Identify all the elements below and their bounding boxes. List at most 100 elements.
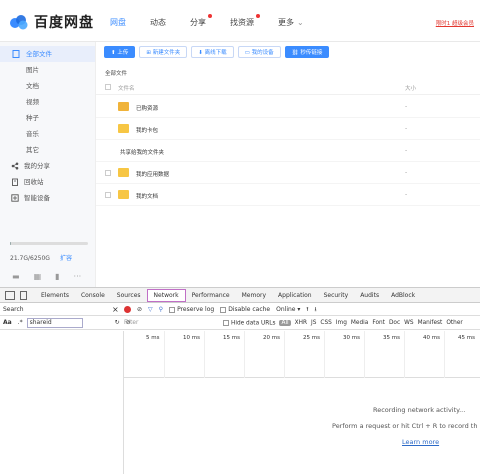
match-case-toggle[interactable]: Aa bbox=[3, 319, 12, 326]
my-device-button[interactable]: ▭ 我的设备 bbox=[237, 46, 281, 58]
preserve-log-checkbox[interactable]: Preserve log bbox=[169, 306, 214, 313]
tab-console[interactable]: Console bbox=[75, 288, 111, 303]
tab-audits[interactable]: Audits bbox=[354, 288, 385, 303]
logo[interactable]: 百度网盘 bbox=[8, 12, 94, 32]
file-icon bbox=[12, 50, 20, 58]
expand-link[interactable]: 扩容 bbox=[60, 255, 72, 262]
type-media[interactable]: Media bbox=[351, 320, 368, 326]
filter-icon[interactable]: ▽ bbox=[148, 306, 153, 313]
sidebar-item-videos[interactable]: 视频 bbox=[0, 94, 95, 110]
import-icon[interactable]: ⭱ bbox=[306, 305, 308, 315]
inspect-icon[interactable] bbox=[5, 290, 15, 300]
table-row[interactable]: 我的卡包 - bbox=[96, 118, 480, 140]
nav-netdisk[interactable]: 网盘 bbox=[110, 17, 126, 28]
search-input[interactable]: shareid bbox=[26, 317, 83, 328]
filter-input[interactable]: Filter bbox=[124, 320, 179, 326]
sidebar-item-other[interactable]: 其它 bbox=[0, 142, 95, 158]
sidebar-item-docs[interactable]: 文档 bbox=[0, 78, 95, 94]
instant-link-button[interactable]: ⛓ 秒传链接 bbox=[284, 46, 330, 58]
sidebar-item-all-files[interactable]: 全部文件 bbox=[0, 46, 95, 62]
file-name[interactable]: 已购资源 bbox=[136, 104, 158, 112]
row-checkbox[interactable] bbox=[105, 170, 111, 176]
type-manifest[interactable]: Manifest bbox=[418, 320, 443, 326]
column-size[interactable]: 大小 bbox=[405, 84, 416, 92]
phone-icon[interactable]: ▮ bbox=[55, 272, 59, 281]
tab-sources[interactable]: Sources bbox=[111, 288, 147, 303]
table-row[interactable]: 我的应用数据 - bbox=[96, 162, 480, 184]
tab-network[interactable]: Network bbox=[146, 288, 186, 302]
close-icon[interactable]: × bbox=[112, 305, 119, 314]
type-all[interactable]: All bbox=[279, 320, 291, 326]
device-toolbar-icon[interactable] bbox=[20, 290, 27, 300]
offline-download-button[interactable]: ⬇ 离线下载 bbox=[191, 46, 234, 58]
file-name[interactable]: 我的文档 bbox=[136, 192, 158, 200]
column-name[interactable]: 文件名 bbox=[118, 84, 135, 92]
record-icon[interactable] bbox=[124, 306, 131, 313]
table-row[interactable]: 我的文档 - bbox=[96, 184, 480, 206]
search-icon[interactable]: ⚲ bbox=[159, 306, 163, 313]
main-nav: 网盘 动态 分享 找资源 更多 ⌄ bbox=[110, 14, 328, 28]
type-other[interactable]: Other bbox=[446, 320, 462, 326]
logo-text: 百度网盘 bbox=[34, 15, 94, 31]
file-name[interactable]: 我的应用数据 bbox=[136, 170, 169, 178]
breadcrumb: 全部文件 bbox=[105, 71, 128, 77]
sidebar-item-recycle[interactable]: 回收站 bbox=[0, 174, 95, 190]
sidebar-item-torrents[interactable]: 种子 bbox=[0, 110, 95, 126]
upload-button[interactable]: ⬆ 上传 bbox=[104, 46, 136, 58]
table-row[interactable]: 已购资源 - bbox=[96, 96, 480, 118]
storage-quota: 21.7G/6250G 扩容 bbox=[10, 242, 90, 262]
folder-icon bbox=[118, 124, 129, 133]
sidebar-item-devices[interactable]: 智能设备 bbox=[0, 190, 95, 206]
file-name[interactable]: 共享给我的文件夹 bbox=[120, 148, 164, 156]
devtools-tabbar: Elements Console Sources Network Perform… bbox=[0, 288, 480, 303]
file-size: - bbox=[405, 191, 408, 198]
type-xhr[interactable]: XHR bbox=[295, 320, 307, 326]
sidebar: 全部文件 图片 文档 视频 种子 音乐 其它 我的分享 回收站 智能设备 21.… bbox=[0, 42, 96, 287]
timeline-tick: 30 ms bbox=[343, 335, 360, 341]
clear-icon[interactable]: ⊘ bbox=[137, 306, 142, 313]
sidebar-item-images[interactable]: 图片 bbox=[0, 62, 95, 78]
grid-icon[interactable]: ▦ bbox=[34, 272, 42, 281]
file-name[interactable]: 我的卡包 bbox=[136, 126, 158, 134]
cloud-logo-icon bbox=[10, 15, 28, 30]
promo-link[interactable]: 限时1 超级会员 bbox=[436, 19, 474, 27]
type-js[interactable]: JS bbox=[311, 320, 316, 326]
tab-memory[interactable]: Memory bbox=[236, 288, 272, 303]
tab-adblock[interactable]: AdBlock bbox=[385, 288, 421, 303]
sidebar-item-music[interactable]: 音乐 bbox=[0, 126, 95, 142]
row-checkbox[interactable] bbox=[105, 192, 111, 198]
disable-cache-checkbox[interactable]: Disable cache bbox=[220, 306, 270, 313]
type-css[interactable]: CSS bbox=[320, 320, 331, 326]
share-icon bbox=[11, 162, 19, 170]
refresh-icon[interactable]: ↻ bbox=[115, 319, 120, 326]
tab-application[interactable]: Application bbox=[272, 288, 318, 303]
type-ws[interactable]: WS bbox=[404, 320, 413, 326]
regex-toggle[interactable]: .* bbox=[18, 319, 23, 326]
sidebar-item-my-share[interactable]: 我的分享 bbox=[0, 158, 95, 174]
tab-performance[interactable]: Performance bbox=[186, 288, 236, 303]
checkbox-box bbox=[223, 319, 229, 326]
more-icon[interactable]: ··· bbox=[74, 272, 82, 281]
grid-line bbox=[164, 331, 165, 378]
tab-security[interactable]: Security bbox=[318, 288, 355, 303]
nav-share[interactable]: 分享 bbox=[190, 14, 212, 28]
nav-feed[interactable]: 动态 bbox=[150, 17, 166, 28]
table-row[interactable]: 共享给我的文件夹 - bbox=[96, 140, 480, 162]
tab-elements[interactable]: Elements bbox=[35, 288, 75, 303]
export-icon[interactable]: ⭳ bbox=[315, 305, 317, 315]
nav-find-resources[interactable]: 找资源 bbox=[230, 14, 260, 28]
type-doc[interactable]: Doc bbox=[389, 320, 400, 326]
hide-data-urls-checkbox[interactable]: Hide data URLs bbox=[223, 319, 275, 326]
type-font[interactable]: Font bbox=[372, 320, 385, 326]
app-icon[interactable]: ▬ bbox=[12, 272, 20, 281]
hint-message: Perform a request or hit Ctrl + R to rec… bbox=[332, 422, 478, 430]
throttle-select[interactable]: Online ▾ bbox=[276, 306, 300, 313]
new-folder-button[interactable]: ⊞ 新建文件夹 bbox=[139, 46, 188, 58]
nav-more[interactable]: 更多 ⌄ bbox=[278, 17, 304, 28]
trash-icon bbox=[12, 178, 18, 186]
timeline-tick: 20 ms bbox=[263, 335, 280, 341]
type-img[interactable]: Img bbox=[336, 320, 347, 326]
sidebar-bottom-icons: ▬ ▦ ▮ ··· bbox=[12, 272, 81, 281]
select-all-checkbox[interactable] bbox=[105, 84, 111, 90]
learn-more-link[interactable]: Learn more bbox=[402, 438, 439, 446]
